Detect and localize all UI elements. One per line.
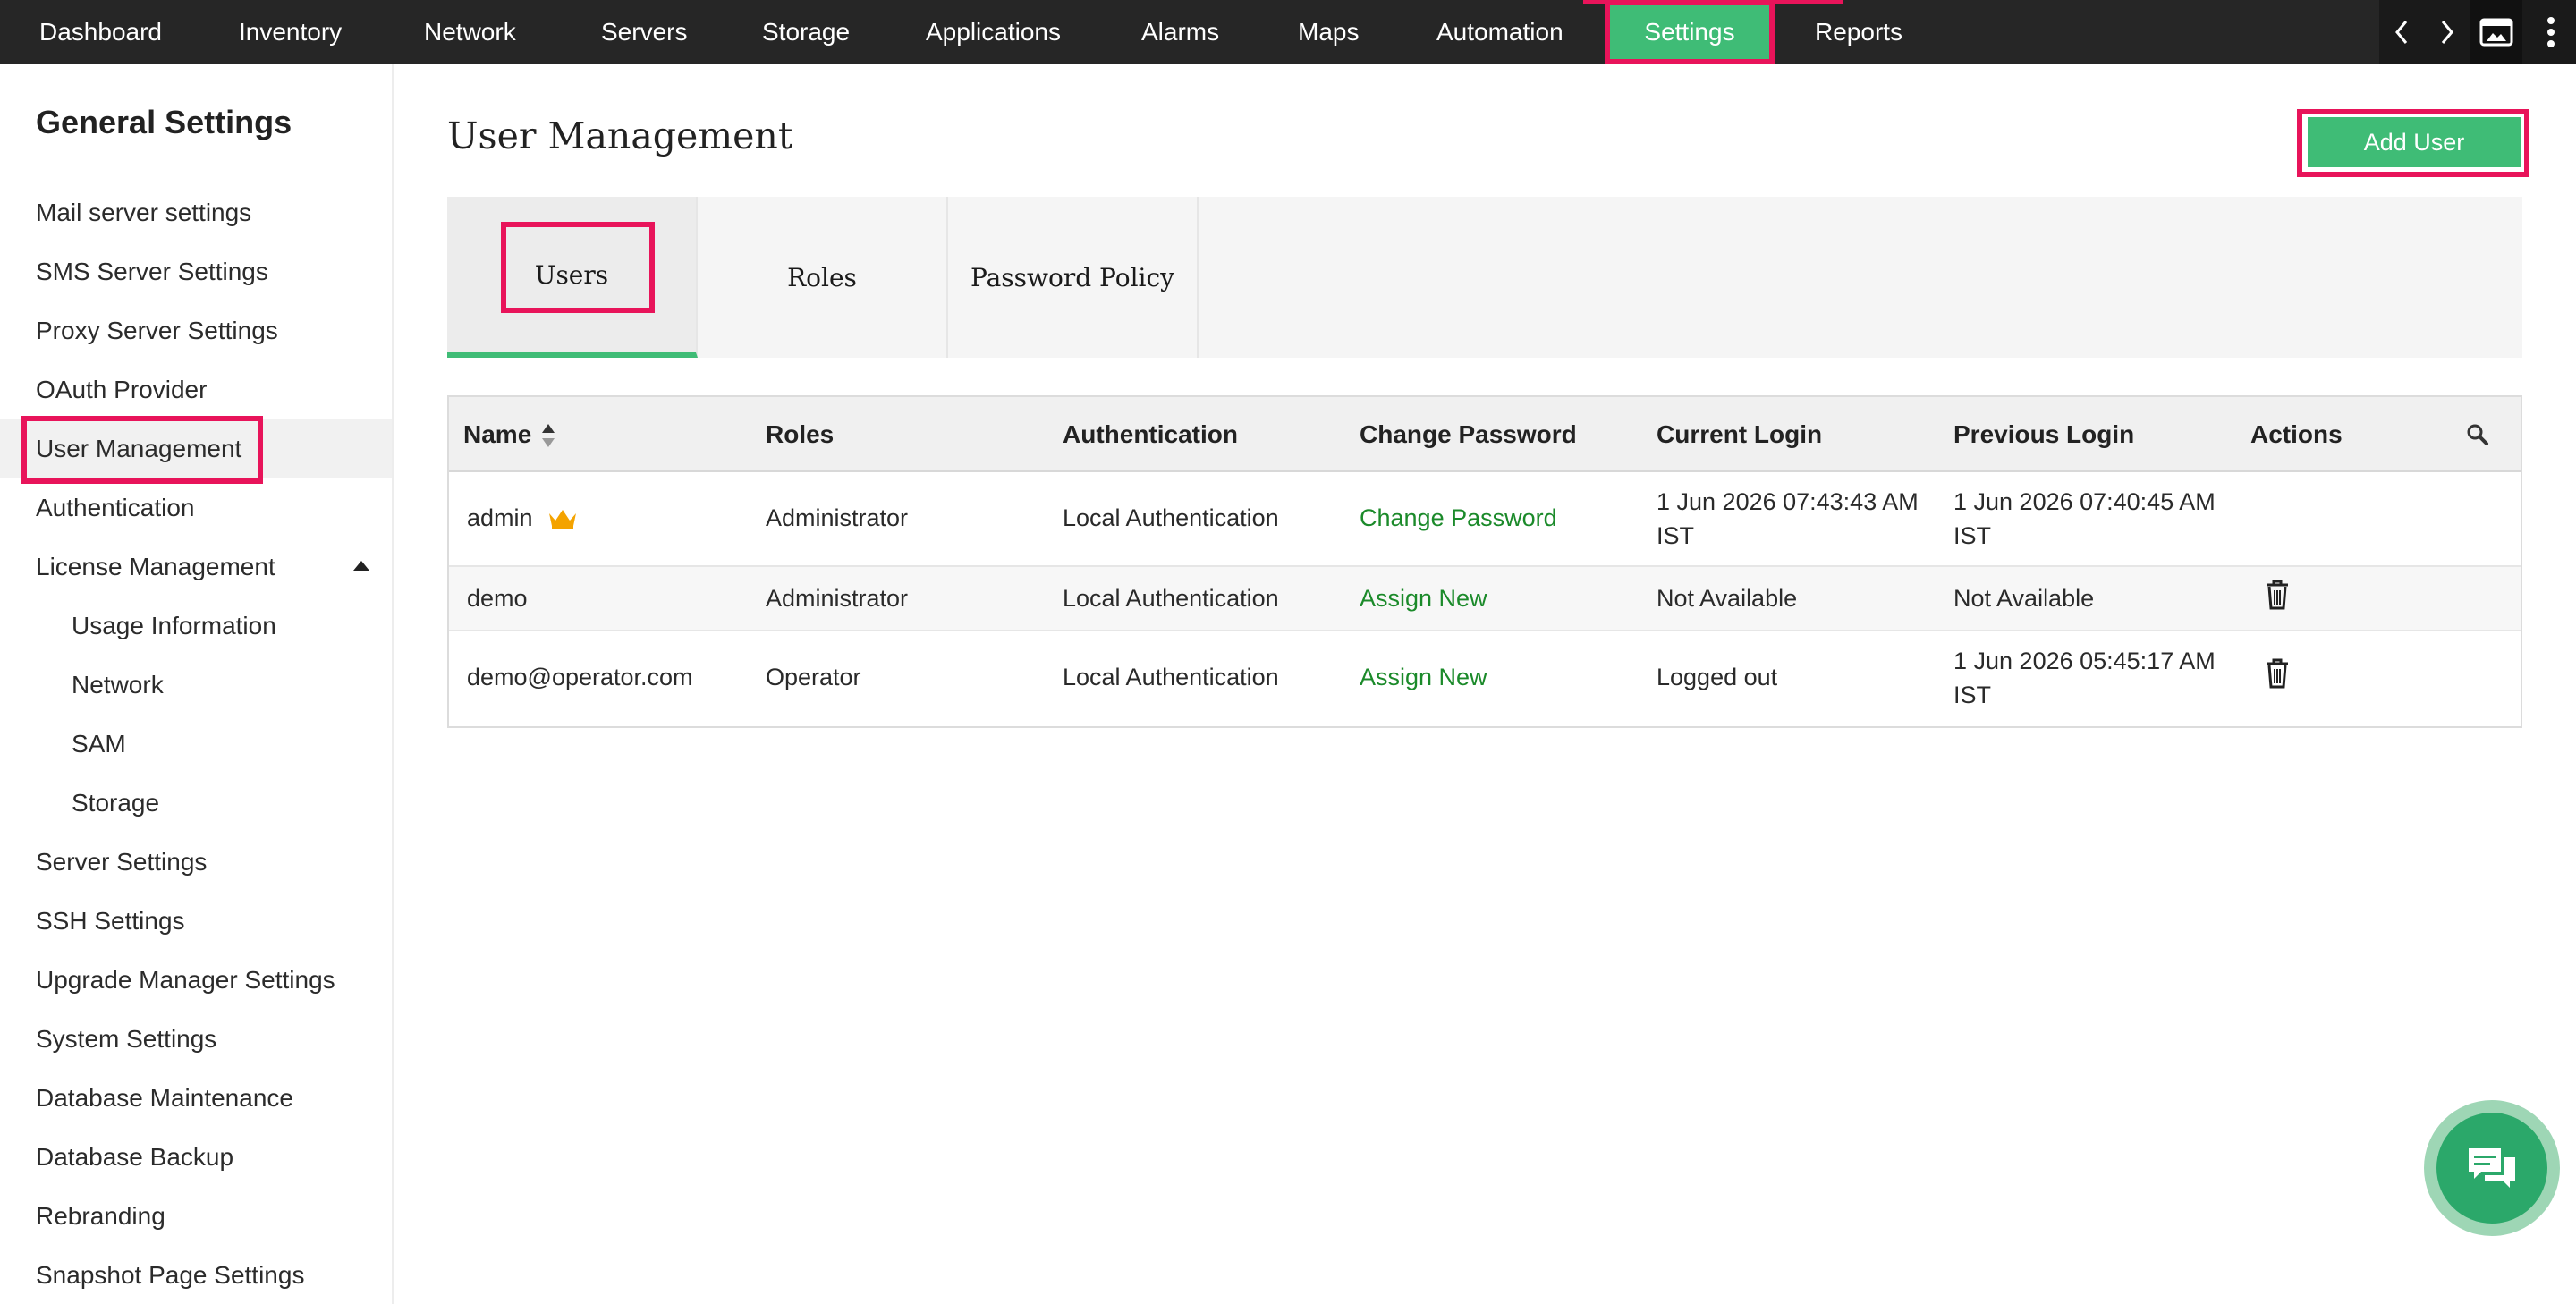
- nav-automation[interactable]: Automation: [1436, 0, 1563, 64]
- nav-inventory[interactable]: Inventory: [239, 0, 342, 64]
- sidebar-item-database-backup[interactable]: Database Backup: [0, 1128, 392, 1187]
- previous-login: 1 Jun 2026 07:40:45 AM IST: [1953, 488, 2216, 549]
- more-vertical-icon[interactable]: [2526, 0, 2576, 64]
- nav-storage[interactable]: Storage: [762, 0, 850, 64]
- sidebar-item-license-storage[interactable]: Storage: [0, 774, 392, 833]
- sidebar-item-system-settings[interactable]: System Settings: [0, 1010, 392, 1069]
- chat-button[interactable]: [2424, 1100, 2560, 1236]
- sidebar-item-upgrade-manager[interactable]: Upgrade Manager Settings: [0, 951, 392, 1010]
- column-header-label: Name: [463, 420, 532, 448]
- delete-icon[interactable]: [2265, 580, 2290, 610]
- user-management-tabs: Users Roles Password Policy: [447, 197, 2522, 358]
- user-name: demo: [467, 585, 528, 612]
- nav-dashboard[interactable]: Dashboard: [39, 0, 162, 64]
- caret-up-icon[interactable]: [353, 561, 369, 571]
- chevron-right-icon[interactable]: [2424, 0, 2470, 64]
- sidebar-item-proxy-server[interactable]: Proxy Server Settings: [0, 301, 392, 360]
- user-authentication: Local Authentication: [1063, 585, 1279, 612]
- sidebar-item-sms-server[interactable]: SMS Server Settings: [0, 242, 392, 301]
- sidebar-item-database-maintenance[interactable]: Database Maintenance: [0, 1069, 392, 1128]
- sidebar-item-user-management[interactable]: User Management: [0, 419, 392, 478]
- sidebar-item-license-network[interactable]: Network: [0, 656, 392, 715]
- current-login: Logged out: [1657, 664, 1778, 690]
- column-header-change-password: Change Password: [1360, 420, 1577, 448]
- settings-sidebar: General Settings Mail server settings SM…: [0, 64, 394, 1304]
- sidebar-item-rebranding[interactable]: Rebranding: [0, 1187, 392, 1246]
- column-header-authentication: Authentication: [1063, 420, 1238, 448]
- add-user-button[interactable]: Add User: [2308, 117, 2521, 167]
- table-row: admin Administrator Local Authentication…: [449, 472, 2521, 567]
- sidebar-item-mail-server[interactable]: Mail server settings: [0, 183, 392, 242]
- sidebar-item-sam[interactable]: SAM: [0, 715, 392, 774]
- previous-login: 1 Jun 2026 05:45:17 AM IST: [1953, 648, 2216, 708]
- tab-password-policy[interactable]: Password Policy: [948, 197, 1199, 358]
- current-login: 1 Jun 2026 07:43:43 AM IST: [1657, 488, 1919, 549]
- nav-maps[interactable]: Maps: [1298, 0, 1359, 64]
- sidebar-item-authentication[interactable]: Authentication: [0, 478, 392, 538]
- user-authentication: Local Authentication: [1063, 664, 1279, 690]
- tab-users[interactable]: Users: [447, 197, 698, 358]
- table-row: demo Administrator Local Authentication …: [449, 567, 2521, 631]
- column-header-current-login: Current Login: [1657, 420, 1823, 448]
- user-name: demo@operator.com: [467, 664, 693, 690]
- table-row: demo@operator.com Operator Local Authent…: [449, 631, 2521, 726]
- table-header: Name Roles Authentication Change Passwor…: [449, 397, 2521, 472]
- tab-roles[interactable]: Roles: [698, 197, 948, 358]
- nav-applications[interactable]: Applications: [926, 0, 1061, 64]
- user-role: Administrator: [766, 504, 909, 531]
- user-authentication: Local Authentication: [1063, 504, 1279, 531]
- column-header-roles: Roles: [766, 420, 835, 448]
- nav-tools: [2379, 0, 2576, 64]
- sidebar-item-license-management[interactable]: License Management: [0, 538, 392, 597]
- user-role: Operator: [766, 664, 861, 690]
- previous-login: Not Available: [1953, 585, 2095, 612]
- column-header-previous-login: Previous Login: [1953, 420, 2135, 448]
- nav-reports[interactable]: Reports: [1815, 0, 1902, 64]
- sidebar-item-ssh-settings[interactable]: SSH Settings: [0, 892, 392, 951]
- assign-new-password-link[interactable]: Assign New: [1360, 585, 1487, 613]
- column-header-actions: Actions: [2250, 420, 2343, 448]
- sidebar-item-server-settings[interactable]: Server Settings: [0, 833, 392, 892]
- sidebar-item-oauth-provider[interactable]: OAuth Provider: [0, 360, 392, 419]
- current-login: Not Available: [1657, 585, 1798, 612]
- chat-icon: [2469, 1148, 2515, 1188]
- sort-icon[interactable]: [540, 422, 556, 449]
- top-navigation-bar: Dashboard Inventory Network Servers Stor…: [0, 0, 2576, 64]
- nav-alarms[interactable]: Alarms: [1141, 0, 1219, 64]
- sidebar-item-snapshot-page[interactable]: Snapshot Page Settings: [0, 1246, 392, 1304]
- change-password-link[interactable]: Change Password: [1360, 504, 1557, 532]
- search-icon[interactable]: [2465, 422, 2490, 447]
- sidebar-item-label: License Management: [36, 553, 275, 580]
- user-name: admin: [467, 504, 533, 531]
- nav-servers[interactable]: Servers: [601, 0, 687, 64]
- page-title: User Management: [447, 114, 793, 157]
- sidebar-title: General Settings: [36, 104, 292, 140]
- chevron-left-icon[interactable]: [2379, 0, 2424, 64]
- assign-new-password-link[interactable]: Assign New: [1360, 664, 1487, 691]
- chat-bubble: [2436, 1113, 2547, 1224]
- window-icon[interactable]: [2470, 0, 2522, 64]
- sidebar-item-usage-information[interactable]: Usage Information: [0, 597, 392, 656]
- user-role: Administrator: [766, 585, 909, 612]
- nav-settings[interactable]: Settings: [1605, 0, 1775, 64]
- crown-icon: [549, 510, 576, 529]
- nav-network[interactable]: Network: [424, 0, 516, 64]
- column-header-name[interactable]: Name: [463, 397, 531, 472]
- users-table: Name Roles Authentication Change Passwor…: [447, 395, 2522, 728]
- delete-icon[interactable]: [2265, 658, 2290, 689]
